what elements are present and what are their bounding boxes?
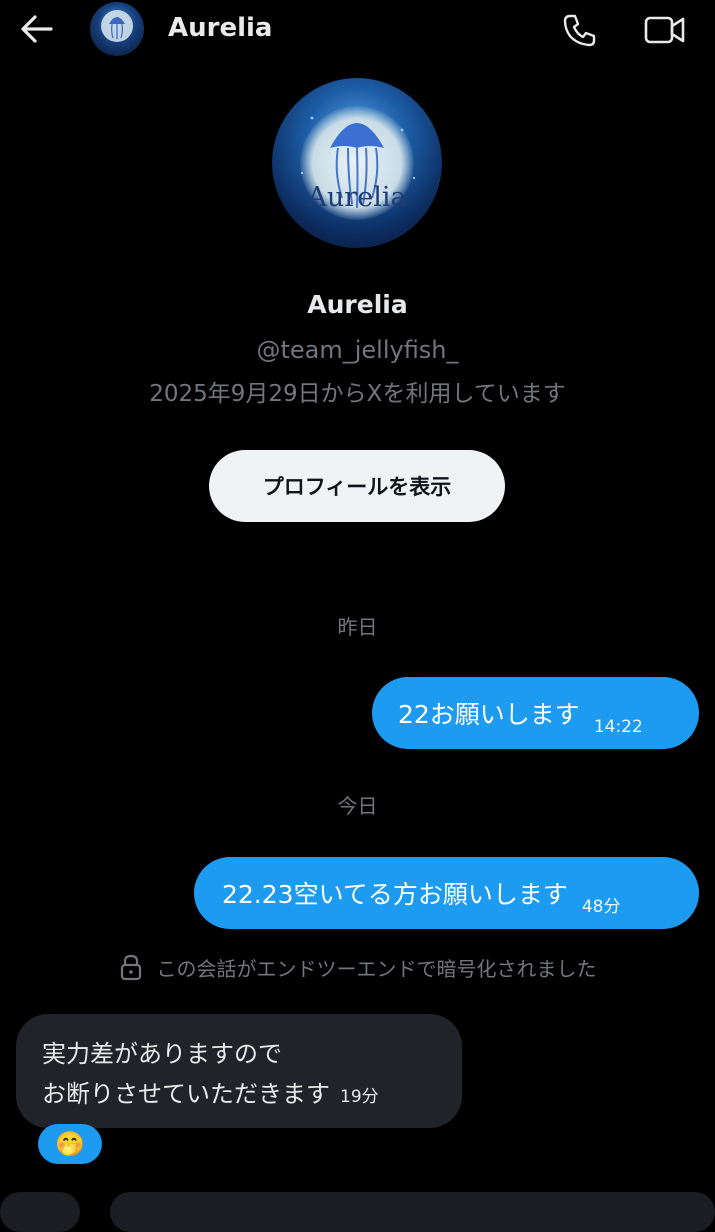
message-time: 14:22 [593, 717, 643, 737]
message-composer[interactable] [110, 1192, 715, 1232]
view-profile-button[interactable]: プロフィールを表示 [209, 450, 505, 522]
header-title[interactable]: Aurelia [168, 13, 272, 43]
video-camera-icon[interactable] [644, 14, 686, 46]
message-text: 22.23空いてる方お願いします [222, 880, 568, 909]
profile-handle: @team_jellyfish_ [256, 336, 459, 364]
date-separator-today: 今日 [337, 794, 378, 818]
outgoing-message[interactable]: 22.23空いてる方お願いします 48分 [194, 857, 699, 929]
svg-text:Aurelia: Aurelia [103, 41, 130, 49]
reaction-badge[interactable]: 🤭 [38, 1124, 102, 1164]
message-time: 19分 [340, 1087, 379, 1107]
conversation-header: Aurelia Aurelia [0, 0, 715, 58]
message-time: 48分 [581, 897, 621, 917]
profile-avatar[interactable]: Aurelia [272, 78, 442, 248]
message-text: 22お願いします [398, 700, 580, 729]
jellyfish-logo-icon [300, 116, 416, 209]
composer-action-button[interactable] [0, 1192, 80, 1232]
phone-icon[interactable] [562, 12, 598, 48]
jellyfish-logo-icon: Aurelia [101, 10, 133, 49]
date-separator-yesterday: 昨日 [337, 615, 378, 639]
incoming-message[interactable]: 実力差がありますので お断りさせていただきます 19分 [16, 1014, 462, 1128]
face-with-hand-over-mouth-icon: 🤭 [55, 1130, 85, 1158]
message-text-line: お断りさせていただきます [42, 1080, 330, 1108]
encryption-notice-text: この会話がエンドツーエンドで暗号化されました [156, 956, 597, 981]
header-avatar[interactable]: Aurelia [90, 2, 144, 56]
lock-icon [120, 954, 141, 981]
outgoing-message[interactable]: 22お願いします 14:22 [372, 677, 699, 749]
arrow-left-icon[interactable] [18, 12, 54, 46]
profile-joined-date: 2025年9月29日からXを利用しています [149, 381, 566, 407]
encryption-notice: この会話がエンドツーエンドで暗号化されました [0, 950, 715, 984]
logo-wordmark: Aurelia [307, 182, 407, 213]
message-text-line: 実力差がありますので [42, 1040, 282, 1068]
message-text-line-with-time: お断りさせていただきます 19分 [42, 1074, 436, 1117]
profile-name: Aurelia [307, 290, 408, 319]
